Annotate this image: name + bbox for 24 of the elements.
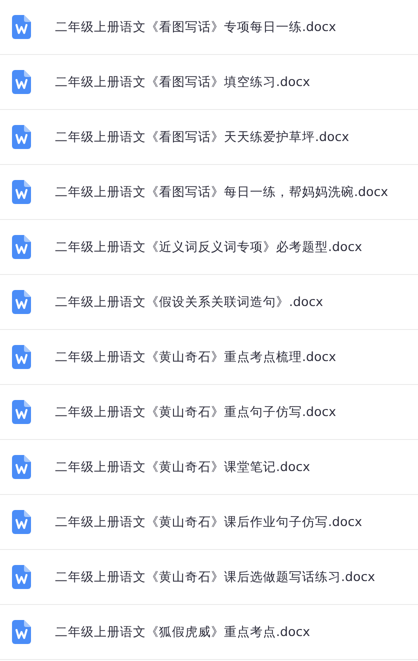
document-icon xyxy=(12,180,31,204)
file-name[interactable]: 二年级上册语文《看图写话》填空练习.docx xyxy=(55,72,310,92)
document-icon xyxy=(12,235,31,259)
document-icon xyxy=(12,15,31,39)
document-icon xyxy=(12,455,31,479)
document-icon xyxy=(12,345,31,369)
file-name[interactable]: 二年级上册语文《近义词反义词专项》必考题型.docx xyxy=(55,238,362,256)
file-name[interactable]: 二年级上册语文《看图写话》天天练爱护草坪.docx xyxy=(55,128,350,146)
file-name[interactable]: 二年级上册语文《黄山奇石》课后选做题写话练习.docx xyxy=(55,568,376,586)
file-name[interactable]: 二年级上册语文《黄山奇石》课堂笔记.docx xyxy=(55,458,310,476)
document-icon xyxy=(12,620,31,644)
file-name[interactable]: 二年级上册语文《假设关系关联词造句》.docx xyxy=(55,292,324,312)
document-icon xyxy=(12,400,31,424)
file-name[interactable]: 二年级上册语文《黄山奇石》重点考点梳理.docx xyxy=(55,348,336,366)
file-name[interactable]: 二年级上册语文《看图写话》专项每日一练.docx xyxy=(55,18,336,36)
file-name[interactable]: 二年级上册语文《狐假虎威》重点考点.docx xyxy=(55,622,310,642)
document-icon xyxy=(12,70,31,94)
file-name[interactable]: 二年级上册语文《黄山奇石》重点句子仿写.docx xyxy=(55,402,336,422)
file-name[interactable]: 二年级上册语文《黄山奇石》课后作业句子仿写.docx xyxy=(55,512,362,532)
document-icon xyxy=(12,125,31,149)
document-icon xyxy=(12,510,31,534)
document-icon xyxy=(12,290,31,314)
document-icon xyxy=(12,565,31,589)
file-name[interactable]: 二年级上册语文《看图写话》每日一练，帮妈妈洗碗.docx xyxy=(55,182,388,202)
